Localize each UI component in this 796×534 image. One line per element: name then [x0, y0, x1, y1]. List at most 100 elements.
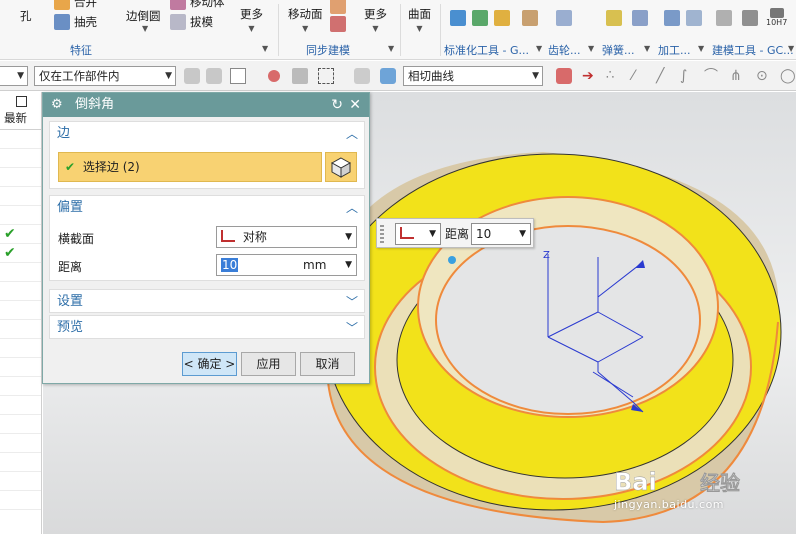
ok-button[interactable]: < 确定 > — [182, 352, 237, 376]
fastener-icon[interactable] — [472, 10, 488, 26]
center-icon[interactable]: ⊙ — [756, 68, 772, 84]
nav-row[interactable] — [0, 453, 41, 472]
nav-row[interactable] — [0, 320, 41, 339]
combine-button[interactable]: 合并 — [54, 0, 97, 10]
spring-icon[interactable] — [606, 10, 622, 26]
type-filter-select[interactable]: ▼ — [0, 66, 28, 86]
edge-blend-button[interactable]: 边倒圆 ▼ — [126, 8, 161, 33]
nav-row[interactable] — [0, 187, 41, 206]
shell-button[interactable]: 抽壳 — [54, 14, 97, 30]
curve-icon[interactable]: ∫ — [680, 68, 696, 84]
snap-2-icon[interactable] — [292, 68, 308, 84]
offset-section-header[interactable]: 偏置 ︿ — [50, 196, 364, 220]
group-expand-icon[interactable]: ▼ — [262, 44, 268, 53]
cancel-button[interactable]: 取消 — [300, 352, 355, 376]
filter-icon[interactable] — [184, 68, 200, 84]
chevron-up-icon[interactable]: ︿ — [346, 122, 358, 146]
drag-handle[interactable] — [380, 225, 384, 243]
select-edge-row[interactable]: ✔ 选择边 (2) — [58, 152, 322, 182]
select-body-icon[interactable] — [380, 68, 396, 84]
line-mid-icon[interactable]: ╱ — [656, 68, 672, 84]
handle-icon[interactable] — [448, 256, 456, 264]
cross-section-select[interactable]: 对称 ▼ — [216, 226, 357, 248]
dialog-titlebar[interactable]: ⚙ 倒斜角 ↻ ✕ — [43, 93, 369, 117]
hole-button[interactable]: 孔 — [20, 8, 32, 24]
curve-rule-select[interactable]: 相切曲线 ▼ — [403, 66, 543, 86]
standard-part-icon[interactable] — [450, 10, 466, 26]
nav-row[interactable] — [0, 472, 41, 491]
scope-select[interactable]: 仅在工作部件内 ▼ — [34, 66, 176, 86]
nav-row[interactable] — [0, 339, 41, 358]
snap-point-menu-icon[interactable] — [556, 68, 572, 84]
nav-row[interactable] — [0, 263, 41, 282]
settings-section[interactable]: 设置 ﹀ — [49, 289, 365, 313]
chevron-down-icon: ▼ — [142, 24, 149, 33]
nav-row[interactable] — [0, 358, 41, 377]
nav-row[interactable] — [0, 149, 41, 168]
chevron-up-icon[interactable]: ︿ — [346, 196, 358, 220]
gear-modeling-icon[interactable] — [556, 10, 572, 26]
select-edge-button[interactable] — [325, 152, 357, 182]
float-distance-input[interactable]: 10 ▼ — [471, 223, 531, 245]
more-button-2[interactable]: 更多 ▼ — [364, 6, 387, 33]
move-body-button[interactable]: 移动体 — [170, 0, 225, 10]
rectangle-select-icon[interactable] — [318, 68, 334, 84]
points-icon[interactable]: ∴ — [606, 68, 622, 84]
modeling-tool-icon[interactable] — [716, 10, 732, 26]
reset-icon[interactable]: ↻ — [331, 93, 343, 117]
machining-2-icon[interactable] — [686, 10, 702, 26]
nav-row[interactable] — [0, 168, 41, 187]
snap-icon[interactable] — [268, 70, 280, 82]
group-expand-icon[interactable]: ▼ — [536, 44, 542, 53]
tangent-icon[interactable]: ⌒ — [704, 68, 720, 84]
sync-tool-button[interactable] — [330, 0, 346, 14]
edge-section-header[interactable]: 边 ︿ — [50, 122, 364, 146]
modeling-tool-2-icon[interactable] — [742, 10, 758, 26]
close-icon[interactable]: ✕ — [349, 93, 361, 117]
snap-point-icon[interactable] — [230, 68, 246, 84]
library-icon[interactable] — [494, 10, 510, 26]
group-expand-icon[interactable]: ▼ — [788, 44, 794, 53]
group-expand-icon[interactable]: ▼ — [644, 44, 650, 53]
cross-section-quick-select[interactable]: ▼ — [395, 223, 441, 245]
distance-input[interactable]: 10 mm ▼ — [216, 254, 357, 276]
chevron-down-icon[interactable]: ﹀ — [346, 290, 358, 314]
select-face-icon[interactable] — [354, 68, 370, 84]
ribbon: 孔 合并 抽壳 边倒圆 ▼ 移动体 拔模 更多 ▼ 移动面 ▼ 更多 ▼ 曲面 … — [0, 0, 796, 60]
group-expand-icon[interactable]: ▼ — [388, 44, 394, 53]
nav-row[interactable] — [0, 130, 41, 149]
nav-row[interactable]: ✔ — [0, 225, 41, 244]
chevron-down-icon: ▼ — [416, 24, 423, 33]
nav-row[interactable] — [0, 415, 41, 434]
nav-row[interactable] — [0, 491, 41, 510]
machining-icon[interactable] — [664, 10, 680, 26]
draft-button[interactable]: 拔模 — [170, 14, 213, 30]
preview-section[interactable]: 预览 ﹀ — [49, 315, 365, 339]
nav-row[interactable] — [0, 434, 41, 453]
nav-row[interactable] — [0, 206, 41, 225]
nav-row[interactable] — [0, 377, 41, 396]
maximize-icon[interactable] — [16, 96, 27, 107]
nav-row[interactable] — [0, 282, 41, 301]
surface-button[interactable]: 曲面 ▼ — [408, 6, 431, 33]
more-button-1[interactable]: 更多 ▼ — [240, 6, 263, 33]
group-expand-icon[interactable]: ▼ — [698, 44, 704, 53]
move-face-button[interactable]: 移动面 ▼ — [288, 6, 323, 33]
filter-2-icon[interactable] — [206, 68, 222, 84]
nav-row[interactable] — [0, 396, 41, 415]
chevron-down-icon[interactable]: ﹀ — [346, 316, 358, 340]
gear-icon[interactable]: ⚙ — [51, 93, 67, 117]
bore — [435, 225, 701, 415]
group-expand-icon[interactable]: ▼ — [588, 44, 594, 53]
gear-tool-icon[interactable] — [522, 10, 538, 26]
arrow-right-icon[interactable]: ➔ — [582, 68, 598, 84]
delete-face-button[interactable] — [330, 16, 346, 32]
apply-button[interactable]: 应用 — [241, 352, 296, 376]
line-end-icon[interactable]: ⁄ — [632, 68, 648, 84]
tolerance-button[interactable]: 10H7 — [766, 8, 787, 27]
nav-row[interactable]: ✔ — [0, 244, 41, 263]
spring-delete-icon[interactable] — [632, 10, 648, 26]
intersection-icon[interactable]: ⋔ — [730, 68, 746, 84]
quadrant-icon[interactable]: ◯ — [780, 68, 796, 84]
nav-row[interactable] — [0, 301, 41, 320]
